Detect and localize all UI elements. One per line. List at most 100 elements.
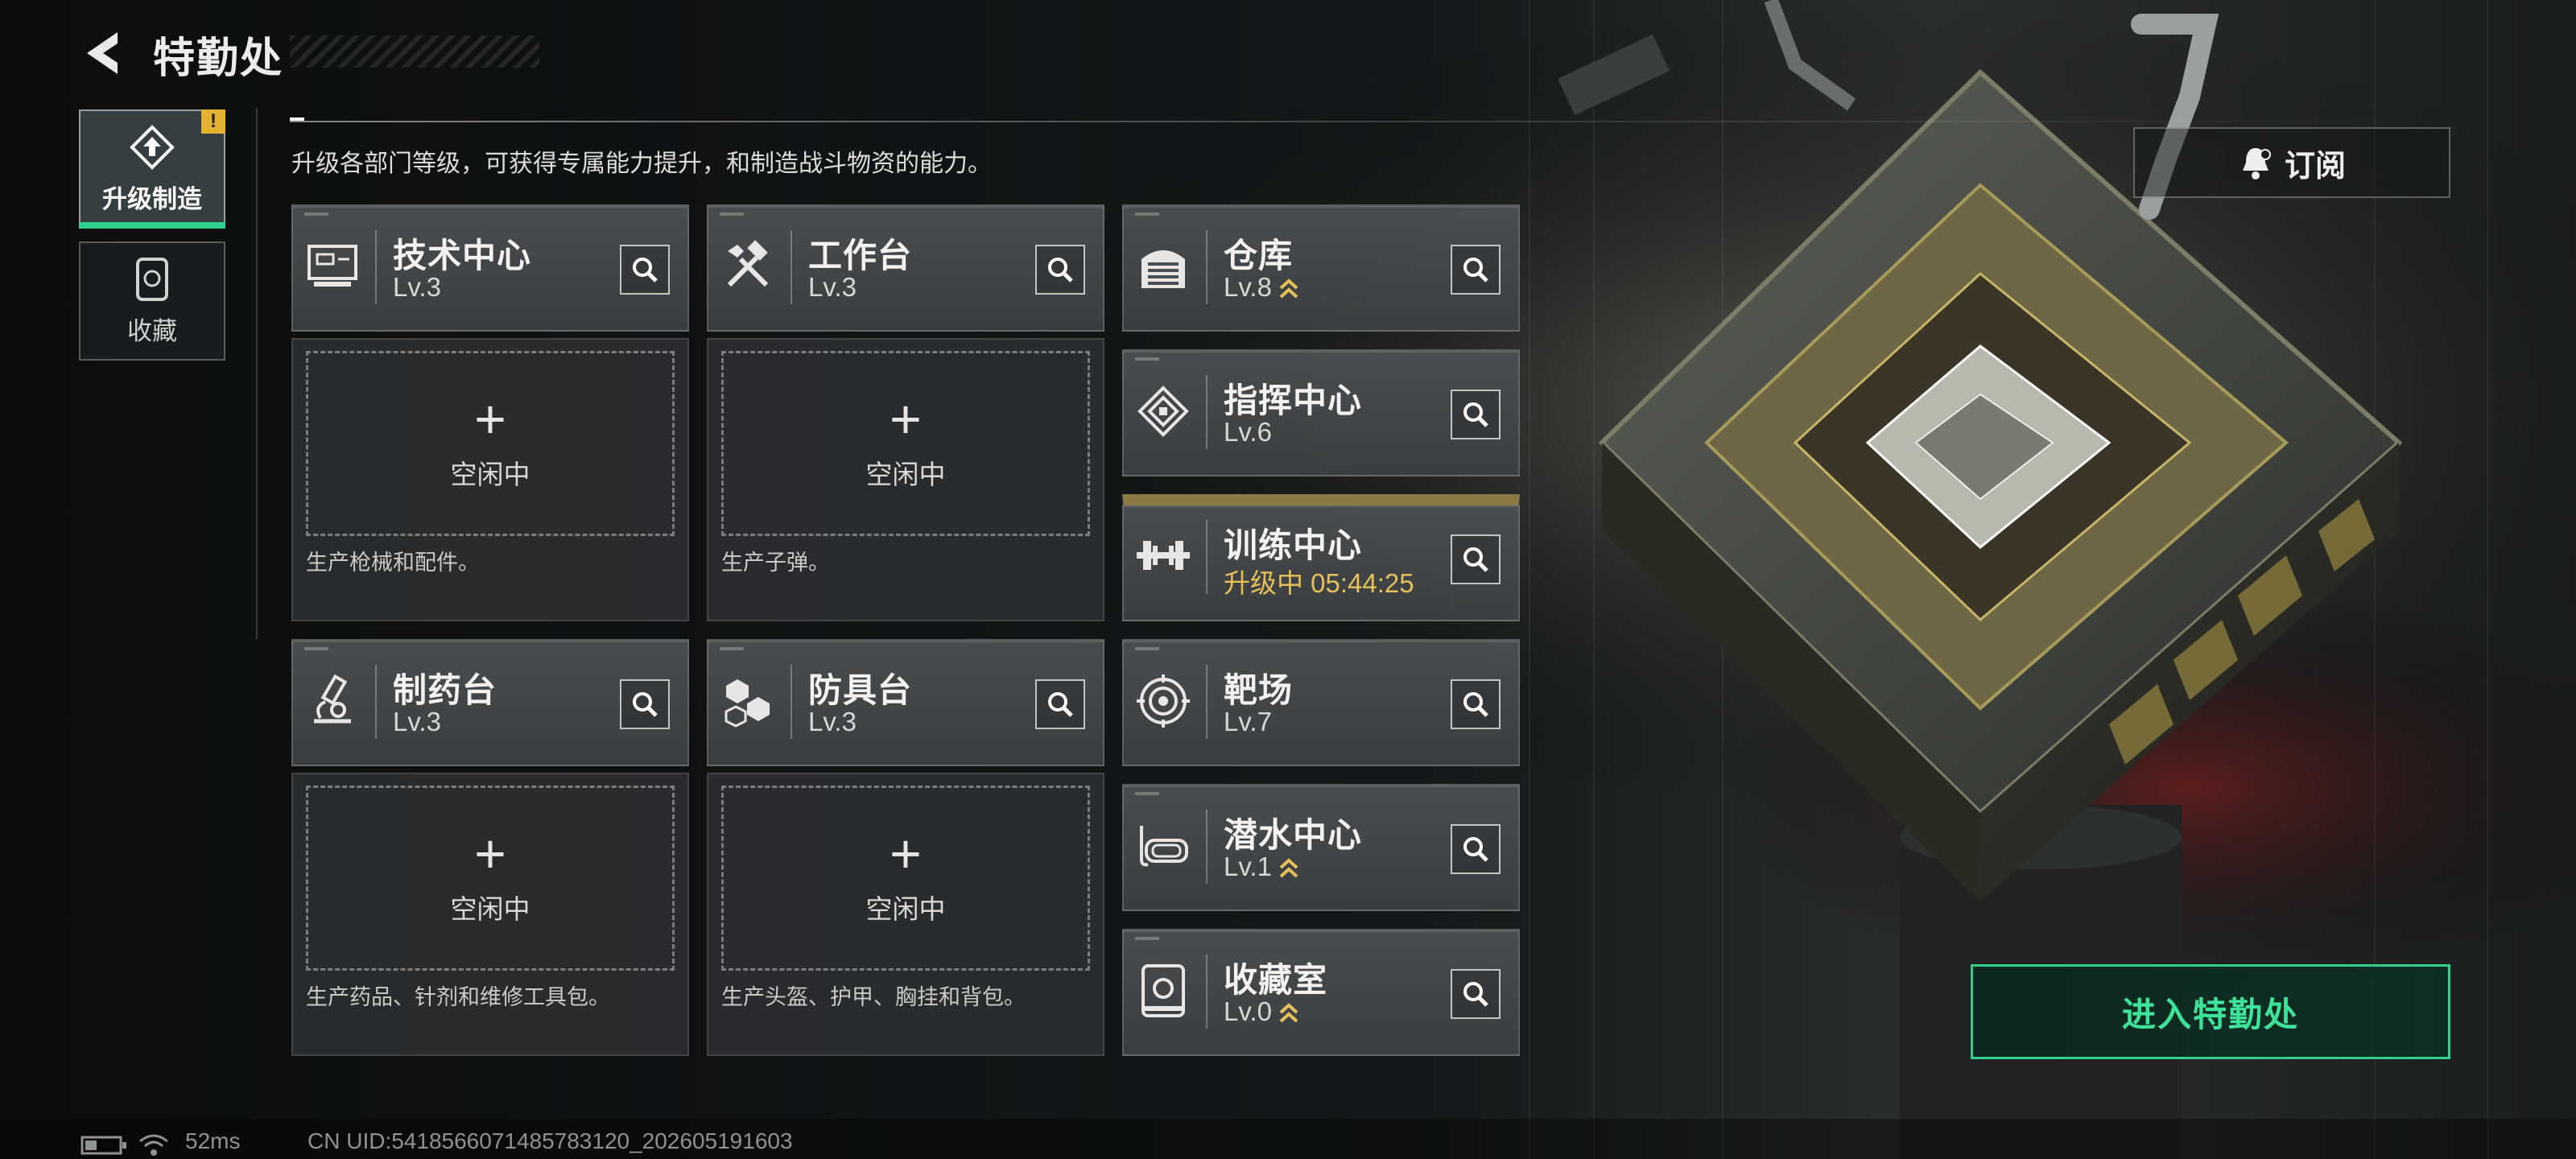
facility-card-pharmacy[interactable]: 制药台 Lv.3	[291, 639, 689, 766]
upgrade-timer: 升级中 05:44:25	[1224, 568, 1414, 598]
card-separator	[791, 665, 792, 739]
card-separator	[1206, 665, 1208, 739]
armor-bench-icon	[720, 666, 776, 736]
card-tag	[720, 647, 744, 650]
upgrade-chevron-icon	[1279, 278, 1298, 299]
enter-label: 进入特勤处	[2121, 995, 2299, 1033]
card-separator	[1206, 230, 1208, 304]
facility-name: 防具台	[808, 671, 913, 709]
alert-badge: !	[201, 109, 225, 134]
sidebar-item-label: 收藏	[127, 316, 177, 345]
active-indicator	[79, 222, 225, 229]
facility-name: 制药台	[393, 671, 497, 709]
facility-card-command-center[interactable]: 指挥中心 Lv.6	[1122, 349, 1520, 476]
search-icon[interactable]	[1451, 245, 1501, 295]
facility-card-diving-center[interactable]: 潜水中心 Lv.1	[1122, 784, 1520, 911]
facility-level: Lv.6	[1224, 417, 1272, 447]
search-icon[interactable]	[1035, 245, 1085, 295]
facility-level-row: Lv.8	[1224, 272, 1299, 303]
upgrade-chevron-icon	[1279, 858, 1298, 878]
production-slot[interactable]: + 空闲中 生产子弹。	[707, 338, 1104, 621]
facility-name: 工作台	[808, 237, 913, 274]
facility-level: Lv.1	[1224, 852, 1272, 881]
back-arrow-icon[interactable]	[77, 27, 129, 79]
card-tag	[1135, 357, 1159, 361]
card-tag	[304, 212, 328, 216]
collection-room-icon	[1135, 956, 1191, 1025]
search-icon[interactable]	[1451, 969, 1501, 1019]
subscribe-button[interactable]: 订阅	[2133, 127, 2450, 198]
upgrade-icon	[130, 124, 175, 170]
facility-card-tech-center[interactable]: 技术中心 Lv.3	[291, 204, 689, 332]
search-icon[interactable]	[620, 679, 670, 729]
add-icon: +	[890, 389, 922, 450]
sidebar-item-upgrade[interactable]: 升级制造 !	[79, 109, 225, 229]
search-icon[interactable]	[1451, 679, 1501, 729]
empty-slot-frame: + 空闲中	[306, 786, 675, 971]
command-center-icon	[1135, 377, 1191, 446]
facility-card-collection-room[interactable]: 收藏室 Lv.0	[1122, 929, 1520, 1056]
slot-description: 生产头盔、护甲、胸挂和背包。	[721, 985, 1026, 1009]
training-center-icon	[1135, 522, 1191, 591]
search-icon[interactable]	[1035, 679, 1085, 729]
card-separator	[375, 230, 377, 304]
facility-level: Lv.8	[1224, 272, 1272, 302]
enter-special-ops-button[interactable]: 进入特勤处	[1971, 964, 2450, 1059]
add-icon: +	[474, 823, 506, 885]
uid-readout: CN UID:5418566071485783120_202605191603	[308, 1128, 793, 1153]
search-icon[interactable]	[1451, 390, 1501, 439]
facility-name: 训练中心	[1224, 526, 1363, 564]
search-icon[interactable]	[620, 245, 670, 295]
warehouse-icon	[1135, 232, 1191, 301]
card-separator	[1206, 520, 1208, 594]
card-tag	[1135, 792, 1159, 795]
divider-mark	[290, 118, 304, 121]
facility-card-warehouse[interactable]: 仓库 Lv.8	[1122, 204, 1520, 332]
pharmacy-icon	[304, 666, 361, 736]
slot-description: 生产子弹。	[721, 551, 830, 575]
slot-description: 生产药品、针剂和维修工具包。	[306, 985, 610, 1009]
facility-card-workbench[interactable]: 工作台 Lv.3	[707, 204, 1104, 332]
bell-icon	[2242, 148, 2271, 179]
facility-level-row: Lv.1	[1224, 852, 1299, 882]
production-slot[interactable]: + 空闲中 生产枪械和配件。	[291, 338, 689, 621]
facility-card-armor-bench[interactable]: 防具台 Lv.3	[707, 639, 1104, 766]
search-icon[interactable]	[1451, 824, 1501, 874]
card-tag	[720, 212, 744, 216]
facility-name: 指挥中心	[1224, 382, 1363, 419]
card-separator	[1206, 810, 1208, 884]
empty-slot-frame: + 空闲中	[306, 351, 675, 536]
sidebar-item-collection[interactable]: 收藏	[79, 241, 225, 361]
empty-slot-frame: + 空闲中	[721, 786, 1090, 971]
slot-status: 空闲中	[450, 894, 530, 924]
slot-status: 空闲中	[865, 894, 946, 924]
wifi-icon	[139, 1134, 168, 1156]
diving-center-icon	[1135, 811, 1191, 881]
add-icon: +	[890, 823, 922, 885]
facility-level: Lv.3	[808, 707, 857, 736]
production-slot[interactable]: + 空闲中 生产药品、针剂和维修工具包。	[291, 773, 689, 1056]
production-slot[interactable]: + 空闲中 生产头盔、护甲、胸挂和背包。	[707, 773, 1104, 1056]
facility-name: 技术中心	[393, 237, 532, 274]
card-separator	[375, 665, 377, 739]
facility-level: Lv.3	[808, 272, 857, 302]
slot-status: 空闲中	[450, 460, 530, 489]
divider	[290, 121, 2447, 122]
card-tag	[1135, 647, 1159, 650]
facility-card-shooting-range[interactable]: 靶场 Lv.7	[1122, 639, 1520, 766]
sidebar-item-label: 升级制造	[102, 184, 202, 213]
slot-status: 空闲中	[865, 460, 946, 489]
facility-name: 仓库	[1224, 237, 1294, 274]
collection-icon	[136, 257, 168, 301]
facility-card-training-center[interactable]: 训练中心 升级中 05:44:25	[1122, 494, 1520, 621]
facility-name: 收藏室	[1224, 961, 1328, 999]
tech-center-icon	[304, 232, 361, 301]
page-title: 特勤处	[153, 35, 284, 82]
page-description: 升级各部门等级，可获得专属能力提升，和制造战斗物资的能力。	[291, 151, 992, 177]
title-decoration	[290, 35, 539, 68]
battery-icon	[80, 1136, 126, 1155]
facility-name: 靶场	[1224, 671, 1294, 709]
search-icon[interactable]	[1451, 534, 1501, 584]
facility-name: 潜水中心	[1224, 816, 1363, 854]
upgrade-chevron-icon	[1279, 1003, 1298, 1023]
